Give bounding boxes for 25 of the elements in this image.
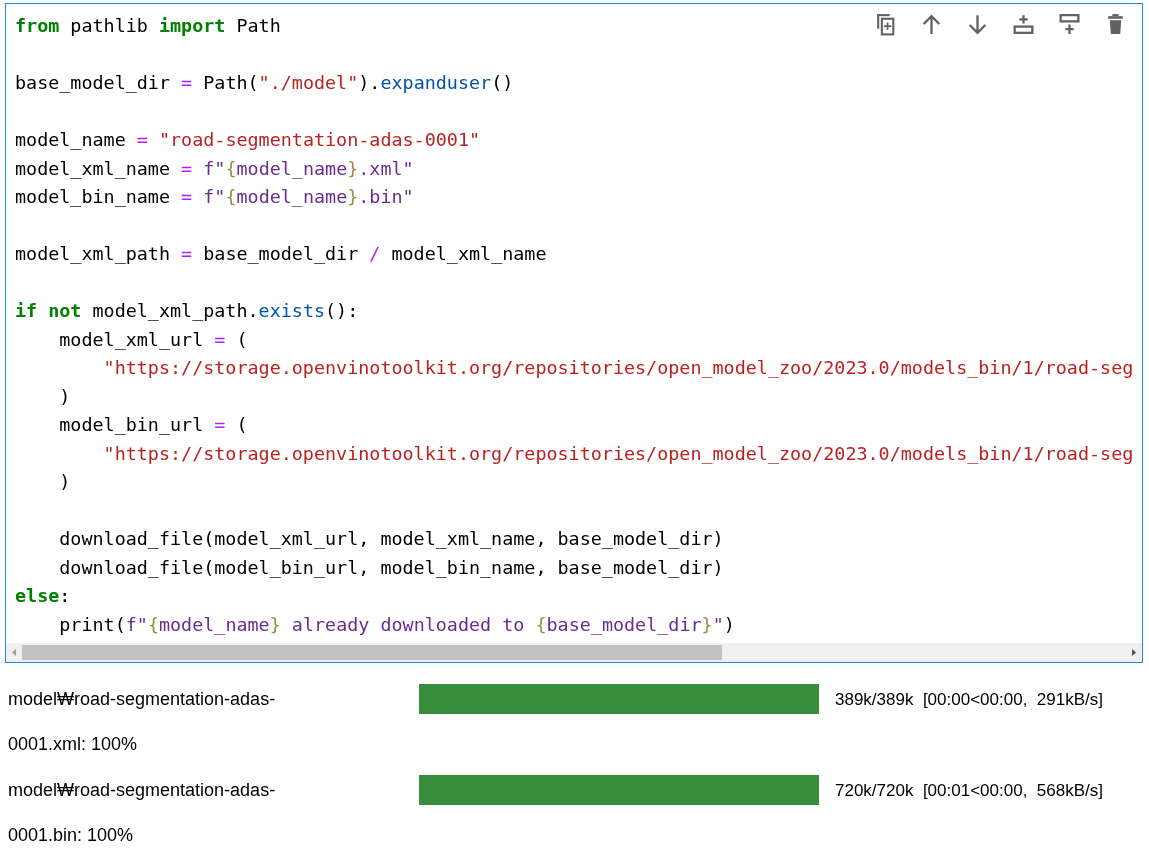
code-line: print(f"{model_name} already downloaded to {base_model_dir}") [58,612,735,637]
progress-stats: 389k/389k [00:00<00:00, 291kB/s] [835,689,1104,711]
code-line: model_xml_name = f"{model_name}.xml" [15,156,414,181]
code-line: model_bin_name = f"{model_name}.bin" [15,185,414,209]
code-line: download_file(model_bin_url, model_bin_name, base_model_dir) [58,555,724,580]
code-line: if not model_xml_path.exists(): [15,299,359,323]
code-cell[interactable] [5,3,1143,663]
scrollbar-thumb[interactable] [22,645,722,660]
code-line: model_bin_url = ( [58,413,248,437]
insert-above-icon[interactable] [1011,12,1036,37]
code-line: ) [58,470,71,494]
progress-label: model₩road-segmentation-adas-0001.bin: 100% [8,779,277,847]
code-line: model_xml_path = base_model_dir / model_xml_name [15,242,547,266]
code-line: download_file(model_xml_url, model_xml_name, base_model_dir) [58,527,724,551]
code-line: ) [58,384,71,409]
insert-below-icon[interactable] [1057,12,1082,37]
code-line: "https://storage.openvinotoolkit.org/repositories/open_model_zoo/2023.0/models_bin/1/road-seg [102,356,1134,380]
code-line: from pathlib import Path [15,14,281,38]
progress-stats: 720k/720k [00:01<00:00, 568kB/s] [835,780,1104,802]
code-line: else: [15,584,71,608]
horizontal-scrollbar[interactable] [6,643,1142,662]
code-line: base_model_dir = Path("./model").expanduser() [15,71,514,95]
code-line: model_name = "road-segmentation-adas-0001" [15,128,481,152]
code-line: model_xml_url = ( [58,327,248,352]
code-line: "https://storage.openvinotoolkit.org/repositories/open_model_zoo/2023.0/models_bin/1/road-seg [102,441,1134,466]
